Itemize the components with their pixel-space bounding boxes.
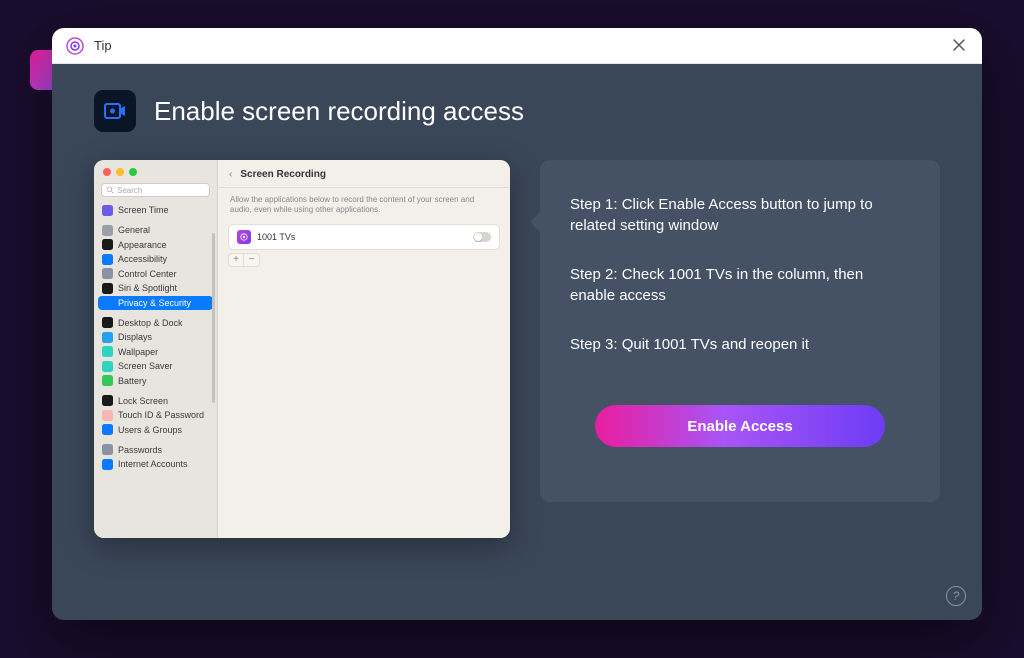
step-1-text: Step 1: Click Enable Access button to ju… xyxy=(570,194,910,236)
search-icon xyxy=(106,186,114,194)
sidebar-item-icon xyxy=(102,283,113,294)
sidebar-item: Displays xyxy=(98,330,213,344)
sidebar-item-icon xyxy=(102,268,113,279)
sidebar-list: Screen Time General Appearance Accessibilit… xyxy=(94,203,217,538)
enable-access-button[interactable]: Enable Access xyxy=(595,405,885,447)
sidebar-item-icon xyxy=(102,254,113,265)
help-button[interactable]: ? xyxy=(946,586,966,606)
sidebar-item: Touch ID & Password xyxy=(98,408,213,422)
sidebar-item-label: Lock Screen xyxy=(118,396,168,406)
sidebar-item-icon xyxy=(102,410,113,421)
search-placeholder: Search xyxy=(117,186,142,195)
titlebar: Tip xyxy=(52,28,982,64)
app-toggle xyxy=(473,232,491,242)
sidebar-item: Desktop & Dock xyxy=(98,316,213,330)
heading-text: Enable screen recording access xyxy=(154,96,524,127)
sidebar-item-label: Wallpaper xyxy=(118,347,158,357)
traffic-max-icon xyxy=(129,168,137,176)
sidebar-item: Wallpaper xyxy=(98,345,213,359)
sidebar-item-label: Battery xyxy=(118,376,147,386)
sidebar-item: Internet Accounts xyxy=(98,457,213,471)
sidebar-item-label: Passwords xyxy=(118,445,162,455)
sidebar-item: Privacy & Security xyxy=(98,296,213,310)
sidebar-item-icon xyxy=(102,459,113,470)
traffic-min-icon xyxy=(116,168,124,176)
sidebar-item-label: Control Center xyxy=(118,269,177,279)
settings-sidebar: Search Screen Time General Appearance Acces… xyxy=(94,160,218,538)
add-button: + xyxy=(228,253,244,267)
sidebar-item-icon xyxy=(102,332,113,343)
app-icon xyxy=(66,37,84,55)
sidebar-scrollbar xyxy=(212,233,215,403)
app-row-icon xyxy=(237,230,251,244)
sidebar-item: Lock Screen xyxy=(98,394,213,408)
sidebar-item-icon xyxy=(102,317,113,328)
app-row: 1001 TVs xyxy=(228,224,500,250)
settings-header: ‹ Screen Recording xyxy=(218,160,510,188)
sidebar-item: Battery xyxy=(98,374,213,388)
app-row-label: 1001 TVs xyxy=(257,232,295,242)
sidebar-item-icon xyxy=(102,424,113,435)
sidebar-item-label: Appearance xyxy=(118,240,167,250)
sidebar-item-label: Desktop & Dock xyxy=(118,318,183,328)
add-remove-buttons: + − xyxy=(228,253,500,267)
settings-main: ‹ Screen Recording Allow the application… xyxy=(218,160,510,538)
pane-title: Screen Recording xyxy=(240,169,326,180)
settings-preview: Search Screen Time General Appearance Acces… xyxy=(94,160,510,538)
sidebar-item: Users & Groups xyxy=(98,423,213,437)
sidebar-item: Appearance xyxy=(98,238,213,252)
step-3-text: Step 3: Quit 1001 TVs and reopen it xyxy=(570,334,910,355)
sidebar-item-icon xyxy=(102,225,113,236)
close-button[interactable] xyxy=(952,38,968,54)
remove-button: − xyxy=(244,253,260,267)
sidebar-item-icon xyxy=(102,239,113,250)
dialog-body: Enable screen recording access Search xyxy=(52,64,982,568)
sidebar-item-icon xyxy=(102,361,113,372)
sidebar-item-label: Screen Time xyxy=(118,205,169,215)
sidebar-item: Screen Time xyxy=(98,203,213,217)
sidebar-item: Passwords xyxy=(98,443,213,457)
sidebar-item-label: Siri & Spotlight xyxy=(118,283,177,293)
sidebar-item-icon xyxy=(102,346,113,357)
sidebar-item: Control Center xyxy=(98,267,213,281)
sidebar-item-icon xyxy=(102,444,113,455)
steps-panel: Step 1: Click Enable Access button to ju… xyxy=(540,160,940,502)
content-row: Search Screen Time General Appearance Acces… xyxy=(94,160,940,538)
pane-description: Allow the applications below to record t… xyxy=(218,188,510,224)
sidebar-item-label: Touch ID & Password xyxy=(118,410,204,420)
sidebar-item-label: Internet Accounts xyxy=(118,459,188,469)
screen-record-icon xyxy=(94,90,136,132)
sidebar-item-label: General xyxy=(118,225,150,235)
sidebar-item-label: Users & Groups xyxy=(118,425,182,435)
sidebar-item-icon xyxy=(102,205,113,216)
sidebar-item-label: Displays xyxy=(118,332,152,342)
sidebar-item-icon xyxy=(102,297,113,308)
heading-row: Enable screen recording access xyxy=(94,90,940,132)
sidebar-item: General xyxy=(98,223,213,237)
tip-dialog: Tip Enable screen recording access xyxy=(52,28,982,620)
titlebar-label: Tip xyxy=(94,38,112,53)
sidebar-item: Screen Saver xyxy=(98,359,213,373)
sidebar-item-label: Accessibility xyxy=(118,254,167,264)
traffic-lights xyxy=(94,160,217,181)
sidebar-item: Accessibility xyxy=(98,252,213,266)
sidebar-item-icon xyxy=(102,395,113,406)
sidebar-item: Siri & Spotlight xyxy=(98,281,213,295)
sidebar-item-label: Privacy & Security xyxy=(118,298,191,308)
traffic-close-icon xyxy=(103,168,111,176)
back-button: ‹ xyxy=(229,169,232,180)
step-2-text: Step 2: Check 1001 TVs in the column, th… xyxy=(570,264,910,306)
sidebar-item-label: Screen Saver xyxy=(118,361,173,371)
sidebar-item-icon xyxy=(102,375,113,386)
search-input: Search xyxy=(101,183,210,197)
